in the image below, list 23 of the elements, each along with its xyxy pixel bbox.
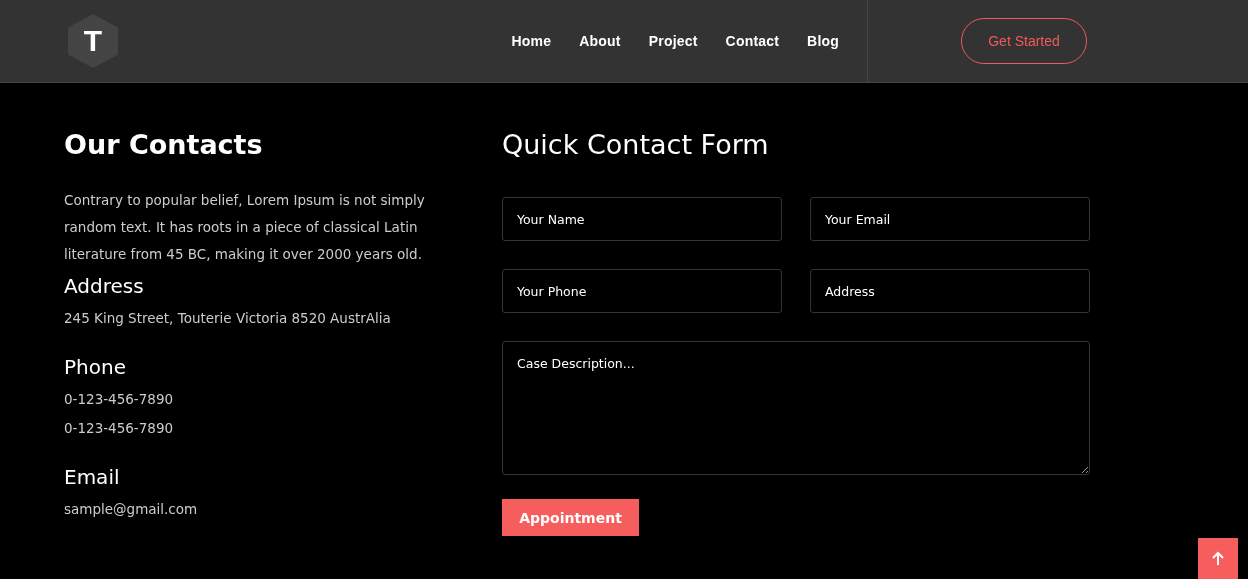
nav-link[interactable]: Contact bbox=[725, 33, 780, 49]
section-title: Our Contacts bbox=[64, 129, 264, 161]
logo-icon[interactable]: T bbox=[68, 14, 118, 68]
input-field[interactable]: Your Phone bbox=[502, 269, 782, 313]
arrow-up-icon bbox=[1210, 550, 1226, 567]
input-field[interactable]: Your Email bbox=[810, 197, 1090, 241]
input-field[interactable]: Your Name bbox=[502, 197, 782, 241]
nav-link[interactable]: Home bbox=[511, 33, 552, 49]
contact-heading: Phone bbox=[64, 355, 127, 379]
contact-detail: 0-123-456-7890 bbox=[64, 390, 175, 409]
nav-link[interactable]: About bbox=[579, 33, 621, 49]
description-field[interactable]: Case Description... bbox=[502, 341, 1090, 475]
back-to-top-button[interactable] bbox=[1198, 538, 1238, 579]
nav-link[interactable]: Project bbox=[648, 33, 698, 49]
contact-detail: sample@gmail.com bbox=[64, 500, 199, 519]
contact-detail: 245 King Street, Touterie Victoria 8520 AustrAlia bbox=[64, 309, 392, 328]
form-title: Quick Contact Form bbox=[502, 129, 770, 161]
contact-heading: Address bbox=[64, 274, 145, 298]
intro-text: Contrary to popular belief, Lorem Ipsum is not simply random text. It has roots in a piece of classical Latin literature from 45 BC, making it over 2000 years old. bbox=[64, 191, 426, 264]
nav-link[interactable]: Blog bbox=[807, 33, 839, 49]
contact-detail: 0-123-456-7890 bbox=[64, 419, 175, 438]
contact-heading: Email bbox=[64, 465, 121, 489]
input-field[interactable]: Address bbox=[810, 269, 1090, 313]
